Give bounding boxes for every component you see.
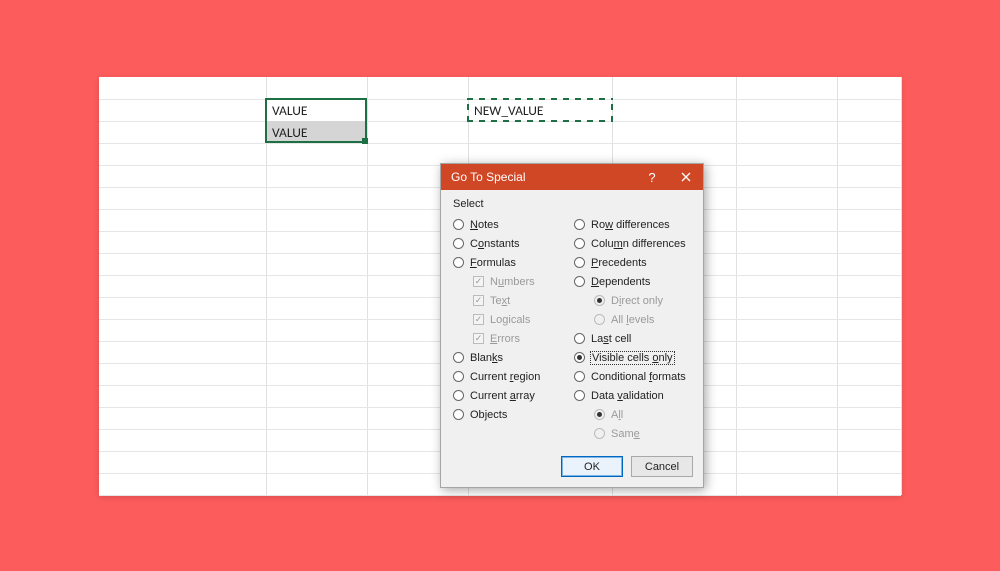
radio-icon (574, 257, 585, 268)
option-constants[interactable]: Constants (453, 235, 570, 252)
option-label: Formulas (470, 257, 516, 269)
option-label: Blanks (470, 352, 503, 364)
go-to-special-dialog: Go To Special ? Select Notes Constants For… (440, 163, 704, 488)
radio-icon (574, 333, 585, 344)
option-label: Row differences (591, 219, 670, 231)
radio-icon (453, 238, 464, 249)
option-label: Dependents (591, 276, 650, 288)
radio-icon (453, 409, 464, 420)
option-logicals: ✓ Logicals (473, 311, 570, 328)
dialog-button-row: OK Cancel (441, 450, 703, 487)
radio-icon (594, 295, 605, 306)
radio-icon (594, 314, 605, 325)
option-label: Last cell (591, 333, 631, 345)
cell-b2[interactable]: VALUE (268, 100, 365, 122)
option-label: Numbers (490, 276, 535, 288)
option-all: All (594, 406, 691, 423)
ok-button[interactable]: OK (561, 456, 623, 477)
radio-icon (453, 219, 464, 230)
checkbox-icon: ✓ (473, 333, 484, 344)
option-row_diff[interactable]: Row differences (574, 216, 691, 233)
option-label: Current region (470, 371, 540, 383)
option-label: All (611, 409, 623, 421)
dialog-body: Select Notes Constants Formulas ✓ Numbers ✓ Te… (441, 190, 703, 450)
option-label: Constants (470, 238, 520, 250)
option-label: Same (611, 428, 640, 440)
radio-icon (574, 276, 585, 287)
option-precedents[interactable]: Precedents (574, 254, 691, 271)
option-data_validation[interactable]: Data validation (574, 387, 691, 404)
close-button[interactable] (669, 164, 703, 190)
option-same: Same (594, 425, 691, 442)
option-objects[interactable]: Objects (453, 406, 570, 423)
option-label: Data validation (591, 390, 664, 402)
close-icon (681, 172, 691, 182)
option-cond_formats[interactable]: Conditional formats (574, 368, 691, 385)
option-formulas[interactable]: Formulas (453, 254, 570, 271)
option-label: Current array (470, 390, 535, 402)
radio-icon (574, 352, 585, 363)
cell-d2[interactable]: NEW_VALUE (470, 100, 610, 122)
options-right-column: Row differences Column differences Precede… (574, 214, 691, 444)
cell-b3[interactable]: VALUE (268, 122, 365, 144)
dialog-titlebar[interactable]: Go To Special ? (441, 164, 703, 190)
option-visible_only[interactable]: Visible cells only (574, 349, 691, 366)
option-label: Direct only (611, 295, 663, 307)
option-label: Column differences (591, 238, 686, 250)
option-blanks[interactable]: Blanks (453, 349, 570, 366)
select-section-label: Select (453, 198, 691, 210)
option-notes[interactable]: Notes (453, 216, 570, 233)
option-errors: ✓ Errors (473, 330, 570, 347)
radio-icon (453, 390, 464, 401)
option-text: ✓ Text (473, 292, 570, 309)
radio-icon (453, 352, 464, 363)
option-label: Conditional formats (591, 371, 686, 383)
option-direct_only: Direct only (594, 292, 691, 309)
option-label: Visible cells only (591, 352, 674, 364)
option-current_array[interactable]: Current array (453, 387, 570, 404)
option-numbers: ✓ Numbers (473, 273, 570, 290)
radio-icon (574, 219, 585, 230)
option-label: Objects (470, 409, 507, 421)
option-label: Notes (470, 219, 499, 231)
radio-icon (594, 428, 605, 439)
option-label: All levels (611, 314, 654, 326)
radio-icon (594, 409, 605, 420)
option-label: Logicals (490, 314, 530, 326)
radio-icon (574, 390, 585, 401)
radio-icon (574, 238, 585, 249)
option-last_cell[interactable]: Last cell (574, 330, 691, 347)
radio-icon (453, 257, 464, 268)
checkbox-icon: ✓ (473, 295, 484, 306)
checkbox-icon: ✓ (473, 314, 484, 325)
option-label: Errors (490, 333, 520, 345)
option-dependents[interactable]: Dependents (574, 273, 691, 290)
cancel-button[interactable]: Cancel (631, 456, 693, 477)
checkbox-icon: ✓ (473, 276, 484, 287)
help-button[interactable]: ? (635, 164, 669, 190)
option-current_region[interactable]: Current region (453, 368, 570, 385)
option-label: Text (490, 295, 510, 307)
option-label: Precedents (591, 257, 647, 269)
option-col_diff[interactable]: Column differences (574, 235, 691, 252)
dialog-title: Go To Special (451, 170, 635, 184)
option-all_levels: All levels (594, 311, 691, 328)
radio-icon (453, 371, 464, 382)
radio-icon (574, 371, 585, 382)
options-left-column: Notes Constants Formulas ✓ Numbers ✓ Text ✓ Logi… (453, 214, 570, 444)
